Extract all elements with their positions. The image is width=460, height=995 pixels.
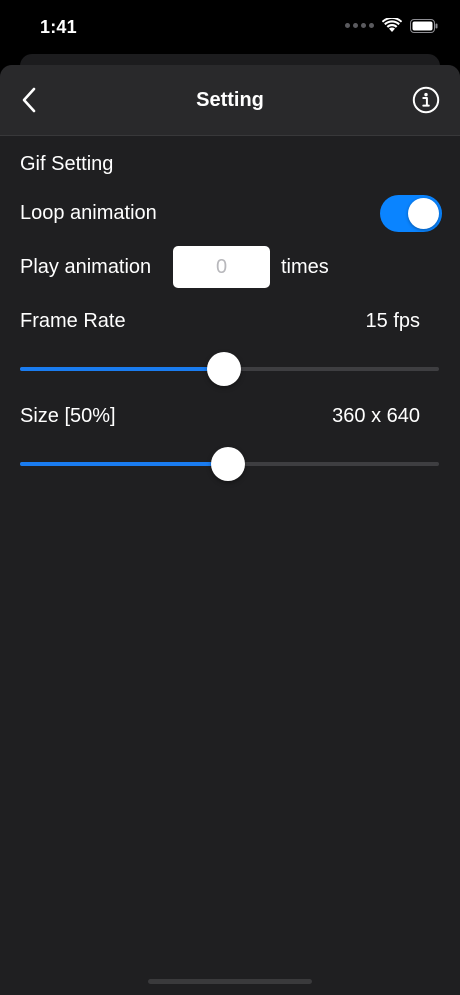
signal-icon <box>345 23 374 28</box>
frame-rate-label: Frame Rate <box>20 310 126 332</box>
home-indicator <box>148 979 312 984</box>
toggle-knob <box>408 198 439 229</box>
size-slider[interactable] <box>20 446 439 482</box>
play-count-input[interactable] <box>173 246 270 288</box>
status-icons <box>345 18 438 33</box>
info-icon <box>412 86 440 114</box>
battery-icon <box>410 18 438 33</box>
status-time: 1:41 <box>40 17 77 37</box>
play-animation-label: Play animation <box>20 256 152 278</box>
info-button[interactable] <box>412 86 440 114</box>
section-title-gif-setting: Gif Setting <box>20 153 114 175</box>
settings-sheet: Setting Gif Setting Loop animation Play … <box>0 65 460 995</box>
wifi-icon <box>382 18 402 32</box>
slider-fill <box>20 367 224 371</box>
frame-rate-value: 15 fps <box>365 310 420 332</box>
loop-animation-toggle[interactable] <box>380 195 442 232</box>
page-title: Setting <box>196 89 264 111</box>
loop-animation-label: Loop animation <box>20 202 157 224</box>
times-suffix-label: times <box>281 256 329 278</box>
frame-rate-slider[interactable] <box>20 351 439 387</box>
status-bar: 1:41 <box>0 0 460 56</box>
slider-thumb[interactable] <box>210 447 245 481</box>
nav-bar: Setting <box>0 65 460 136</box>
slider-fill <box>20 462 228 466</box>
size-label: Size [50%] <box>20 405 116 427</box>
size-value: 360 x 640 <box>332 405 420 427</box>
slider-thumb[interactable] <box>206 352 241 386</box>
